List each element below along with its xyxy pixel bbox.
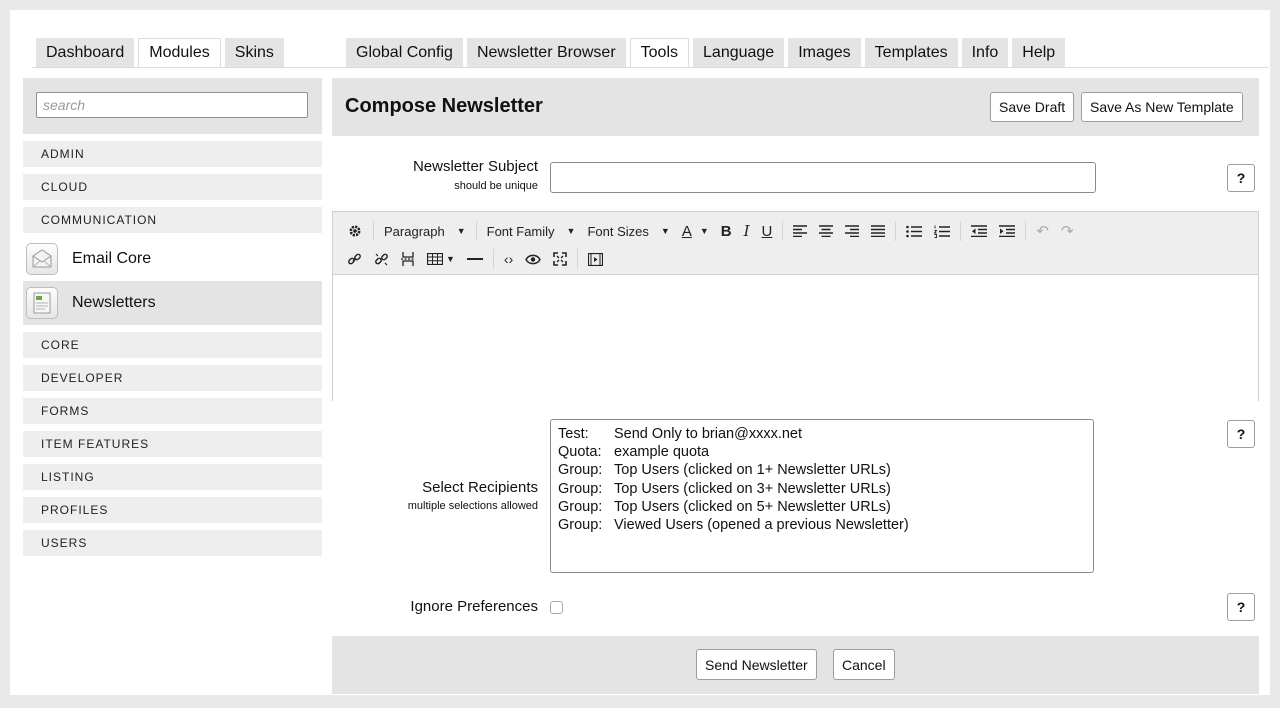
envelope-icon — [26, 243, 58, 275]
form-footer: Send Newsletter Cancel — [332, 636, 1259, 694]
recipient-option[interactable]: Test: Send Only to brian@xxxx.net — [558, 425, 1086, 443]
subject-input[interactable] — [550, 162, 1096, 193]
sidebar-item-email-core[interactable]: Email Core — [23, 237, 322, 281]
tab-newsletter-browser[interactable]: Newsletter Browser — [466, 38, 626, 67]
recipients-help-button[interactable]: ? — [1227, 420, 1255, 448]
save-as-template-button[interactable]: Save As New Template — [1081, 92, 1243, 122]
align-right-icon[interactable] — [839, 218, 865, 244]
sidebar-cat-core[interactable]: CORE — [23, 332, 322, 358]
sidebar-item-label: Newsletters — [72, 294, 156, 311]
sidebar-cat-developer[interactable]: DEVELOPER — [23, 365, 322, 391]
toolbar-separator — [1025, 221, 1027, 241]
tab-skins[interactable]: Skins — [224, 38, 284, 67]
editor-toolbar: Paragraph ▼ Font Family ▼ Font Sizes ▼ A ▼ B… — [333, 212, 1258, 275]
tab-language[interactable]: Language — [693, 38, 785, 67]
page-break-icon[interactable] — [395, 246, 421, 272]
ignore-preferences-label: Ignore Preferences — [410, 598, 538, 615]
newsletter-tabs: Global Config Newsletter Browser Tools L… — [346, 38, 1066, 68]
underline-icon[interactable]: U — [756, 218, 779, 244]
tab-modules[interactable]: Modules — [138, 38, 221, 68]
tab-divider — [332, 67, 1269, 68]
save-draft-button[interactable]: Save Draft — [990, 92, 1075, 122]
redo-icon[interactable]: ↷ — [1055, 218, 1080, 244]
recipients-label: Select Recipients — [422, 479, 538, 496]
page-title: Compose Newsletter — [345, 95, 543, 117]
source-code-icon[interactable]: ‹› — [498, 246, 519, 272]
toolbar-separator — [475, 221, 477, 241]
insert-link-icon[interactable] — [341, 246, 368, 272]
align-justify-icon[interactable] — [865, 218, 891, 244]
module-tabs: Dashboard Modules Skins — [36, 38, 284, 68]
bullet-list-icon[interactable] — [900, 218, 928, 244]
indent-icon[interactable] — [993, 218, 1021, 244]
recipient-option[interactable]: Group: Top Users (clicked on 5+ Newslette… — [558, 498, 1086, 516]
recipient-option[interactable]: Group: Viewed Users (opened a previous Ne… — [558, 516, 1086, 534]
bold-icon[interactable]: B — [715, 218, 738, 244]
send-newsletter-button[interactable]: Send Newsletter — [696, 649, 817, 680]
sidebar: ADMIN CLOUD COMMUNICATION Email Core — [23, 78, 322, 556]
sidebar-cat-forms[interactable]: FORMS — [23, 398, 322, 424]
tab-info[interactable]: Info — [961, 38, 1009, 67]
subject-help-button[interactable]: ? — [1227, 164, 1255, 192]
sidebar-item-newsletters[interactable]: Newsletters — [23, 281, 322, 325]
preview-eye-icon[interactable] — [519, 246, 547, 272]
fullscreen-icon[interactable] — [547, 246, 573, 272]
search-bar — [23, 78, 322, 134]
compose-panel: Compose Newsletter Save Draft Save As Ne… — [332, 78, 1259, 694]
numbered-list-icon[interactable] — [928, 218, 956, 244]
unlink-icon[interactable] — [368, 246, 395, 272]
text-color-icon[interactable]: A ▼ — [676, 218, 715, 244]
tab-dashboard[interactable]: Dashboard — [36, 38, 135, 67]
sidebar-cat-profiles[interactable]: PROFILES — [23, 497, 322, 523]
recipient-option[interactable]: Quota: example quota — [558, 443, 1086, 461]
tab-divider — [32, 67, 332, 68]
subject-hint: should be unique — [454, 180, 538, 192]
recipients-select[interactable]: Test: Send Only to brian@xxxx.net Quota: e… — [550, 419, 1094, 573]
toolbar-separator — [782, 221, 784, 241]
insert-media-icon[interactable] — [582, 246, 609, 272]
search-input[interactable] — [36, 92, 308, 118]
sidebar-cat-communication[interactable]: COMMUNICATION — [23, 207, 322, 233]
recipient-option[interactable]: Group: Top Users (clicked on 1+ Newslette… — [558, 461, 1086, 479]
font-family-select[interactable]: Font Family ▼ — [481, 218, 582, 244]
tab-global-config[interactable]: Global Config — [346, 38, 463, 67]
toolbar-separator — [577, 249, 579, 269]
horizontal-rule-icon[interactable] — [461, 246, 489, 272]
tab-templates[interactable]: Templates — [864, 38, 958, 67]
table-icon[interactable]: ▼ — [421, 246, 461, 272]
recipient-option[interactable]: Group: Top Users (clicked on 3+ Newslette… — [558, 480, 1086, 498]
sidebar-cat-admin[interactable]: ADMIN — [23, 141, 322, 167]
sidebar-cat-cloud[interactable]: CLOUD — [23, 174, 322, 200]
align-left-icon[interactable] — [787, 218, 813, 244]
tab-images[interactable]: Images — [788, 38, 861, 67]
ignore-preferences-checkbox[interactable] — [550, 601, 563, 614]
sidebar-item-label: Email Core — [72, 250, 152, 267]
toolbar-separator — [895, 221, 897, 241]
tab-help[interactable]: Help — [1012, 38, 1066, 67]
toolbar-separator — [373, 221, 374, 241]
app-frame: Dashboard Modules Skins Global Config Ne… — [10, 10, 1270, 695]
italic-icon[interactable]: I — [738, 218, 756, 244]
subject-label: Newsletter Subject — [412, 158, 538, 175]
settings-gear-icon[interactable] — [341, 218, 369, 244]
sidebar-cat-listing[interactable]: LISTING — [23, 464, 322, 490]
editor-content-area[interactable] — [333, 275, 1258, 401]
rich-text-editor: Paragraph ▼ Font Family ▼ Font Sizes ▼ A ▼ B… — [332, 211, 1259, 401]
outdent-icon[interactable] — [965, 218, 993, 244]
font-sizes-select[interactable]: Font Sizes ▼ — [581, 218, 675, 244]
sidebar-cat-item-features[interactable]: ITEM FEATURES — [23, 431, 322, 457]
recipients-hint: multiple selections allowed — [407, 500, 538, 512]
ignore-preferences-help-button[interactable]: ? — [1227, 593, 1255, 621]
cancel-button[interactable]: Cancel — [833, 649, 895, 680]
block-format-select[interactable]: Paragraph ▼ — [378, 218, 472, 244]
align-center-icon[interactable] — [813, 218, 839, 244]
undo-icon[interactable]: ↶ — [1030, 218, 1055, 244]
newsletter-icon — [26, 287, 58, 319]
toolbar-separator — [960, 221, 962, 241]
toolbar-separator — [492, 249, 494, 269]
panel-header: Compose Newsletter Save Draft Save As Ne… — [332, 78, 1259, 136]
sidebar-cat-users[interactable]: USERS — [23, 530, 322, 556]
tab-tools[interactable]: Tools — [629, 38, 690, 68]
